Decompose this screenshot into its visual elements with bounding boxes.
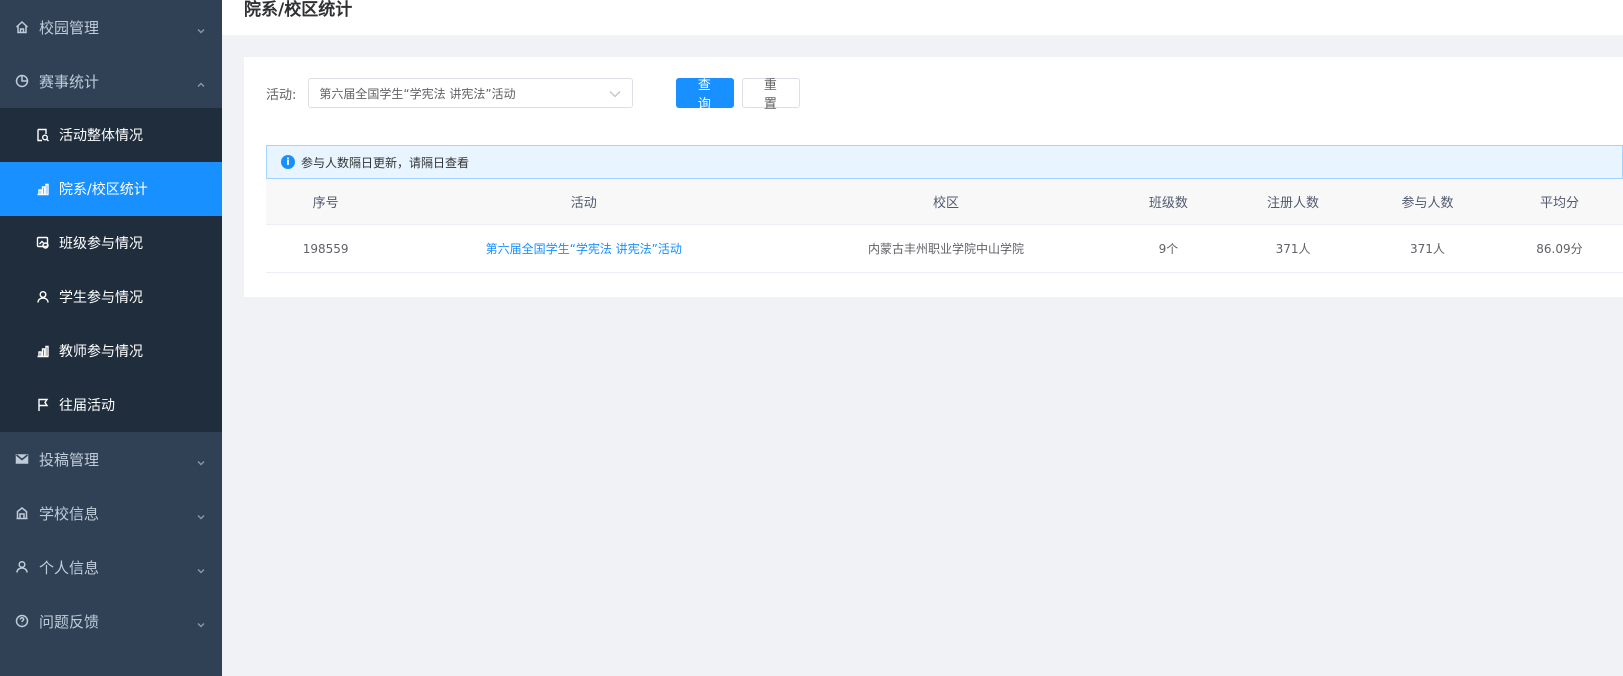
content-card: 活动: 第六届全国学生“学宪法 讲宪法”活动 查询 重置 i 参与人数隔日更新，… xyxy=(244,57,1623,297)
stats-table: 序号 活动 校区 班级数 注册人数 参与人数 平均分 198559 第六届全国学… xyxy=(266,179,1623,273)
menu-label: 个人信息 xyxy=(39,558,100,577)
sidebar-item-class-participation[interactable]: 班级参与情况 xyxy=(0,216,222,270)
cell-participants: 371人 xyxy=(1410,242,1445,256)
menu-submission-management[interactable]: 投稿管理 xyxy=(0,432,222,486)
sidebar-item-label: 班级参与情况 xyxy=(59,236,143,252)
sidebar-item-label: 学生参与情况 xyxy=(59,290,143,306)
header-campus[interactable]: 校区 xyxy=(782,192,1110,211)
menu-label: 校园管理 xyxy=(39,18,100,37)
home-icon xyxy=(14,19,30,35)
chevron-down-icon xyxy=(196,562,206,574)
menu-label: 学校信息 xyxy=(39,504,100,523)
menu-label: 问题反馈 xyxy=(39,612,100,631)
user-icon xyxy=(35,289,51,305)
info-alert: i 参与人数隔日更新，请隔日查看 xyxy=(266,145,1623,179)
alert-text: 参与人数隔日更新，请隔日查看 xyxy=(301,155,470,170)
report-search-icon xyxy=(35,127,51,143)
chevron-down-icon xyxy=(196,616,206,628)
mail-icon xyxy=(14,451,30,467)
header-participants[interactable]: 参与人数 xyxy=(1359,192,1496,211)
header-average-score[interactable]: 平均分 xyxy=(1496,192,1623,211)
activity-select[interactable]: 第六届全国学生“学宪法 讲宪法”活动 xyxy=(308,78,634,108)
table-row: 198559 第六届全国学生“学宪法 讲宪法”活动 内蒙古丰州职业学院中山学院 … xyxy=(266,225,1623,273)
query-button[interactable]: 查询 xyxy=(676,77,735,111)
flag-icon xyxy=(35,397,51,413)
cell-activity-link[interactable]: 第六届全国学生“学宪法 讲宪法”活动 xyxy=(385,240,782,257)
sidebar-item-label: 往届活动 xyxy=(59,398,115,414)
page-header: 院系/校区统计 xyxy=(222,0,1623,35)
cell-index: 198559 xyxy=(302,241,349,256)
menu-campus-management[interactable]: 校园管理 xyxy=(0,0,222,54)
sidebar-item-label: 活动整体情况 xyxy=(59,128,143,144)
sidebar-item-teacher-participation[interactable]: 教师参与情况 xyxy=(0,324,222,378)
chevron-down-icon xyxy=(196,508,206,520)
bar-chart-icon xyxy=(35,181,51,197)
image-gear-icon xyxy=(35,235,51,251)
chevron-up-icon xyxy=(196,76,206,87)
menu-feedback[interactable]: 问题反馈 xyxy=(0,594,222,648)
sidebar-item-overall[interactable]: 活动整体情况 xyxy=(0,108,222,162)
table-header-row: 序号 活动 校区 班级数 注册人数 参与人数 平均分 xyxy=(266,179,1623,225)
question-icon xyxy=(14,613,30,629)
submenu-event-statistics: 活动整体情况 院系/校区统计 班级参与情况 学生参与情况 教师参与情况 往届活动 xyxy=(0,108,222,432)
cell-registered: 371人 xyxy=(1275,242,1311,256)
sidebar-item-department-stats[interactable]: 院系/校区统计 xyxy=(0,162,222,216)
chevron-down-icon xyxy=(608,87,622,101)
bar-chart-icon xyxy=(35,343,51,359)
menu-event-statistics[interactable]: 赛事统计 xyxy=(0,54,222,108)
header-class-count[interactable]: 班级数 xyxy=(1110,192,1227,211)
user-icon xyxy=(14,559,30,575)
header-index[interactable]: 序号 xyxy=(266,192,385,211)
pie-chart-icon xyxy=(14,73,30,89)
building-icon xyxy=(14,505,30,521)
activity-filter-label: 活动: xyxy=(266,87,297,103)
header-registered[interactable]: 注册人数 xyxy=(1227,192,1359,211)
cell-average-score: 86.09分 xyxy=(1536,242,1583,256)
reset-button[interactable]: 重置 xyxy=(742,77,801,111)
chevron-down-icon xyxy=(196,22,206,34)
sidebar: 校园管理 赛事统计 活动整体情况 院系/校区统计 班级参与情况 学生参与情况 教… xyxy=(0,0,222,676)
info-icon: i xyxy=(281,155,295,169)
cell-class-count: 9个 xyxy=(1158,242,1179,256)
activity-select-value: 第六届全国学生“学宪法 讲宪法”活动 xyxy=(319,86,516,101)
menu-personal-info[interactable]: 个人信息 xyxy=(0,540,222,594)
header-activity[interactable]: 活动 xyxy=(385,192,782,211)
main-content: 院系/校区统计 活动: 第六届全国学生“学宪法 讲宪法”活动 查询 重置 i 参… xyxy=(222,0,1623,676)
menu-school-info[interactable]: 学校信息 xyxy=(0,486,222,540)
menu-label: 投稿管理 xyxy=(39,450,100,469)
sidebar-item-label: 院系/校区统计 xyxy=(59,182,148,198)
menu-label: 赛事统计 xyxy=(39,72,100,91)
chevron-down-icon xyxy=(196,454,206,466)
sidebar-item-past-events[interactable]: 往届活动 xyxy=(0,378,222,432)
sidebar-item-label: 教师参与情况 xyxy=(59,344,143,360)
page-title: 院系/校区统计 xyxy=(244,0,353,20)
filter-row: 活动: 第六届全国学生“学宪法 讲宪法”活动 查询 重置 xyxy=(266,77,801,111)
sidebar-item-student-participation[interactable]: 学生参与情况 xyxy=(0,270,222,324)
cell-campus: 内蒙古丰州职业学院中山学院 xyxy=(867,242,1024,256)
